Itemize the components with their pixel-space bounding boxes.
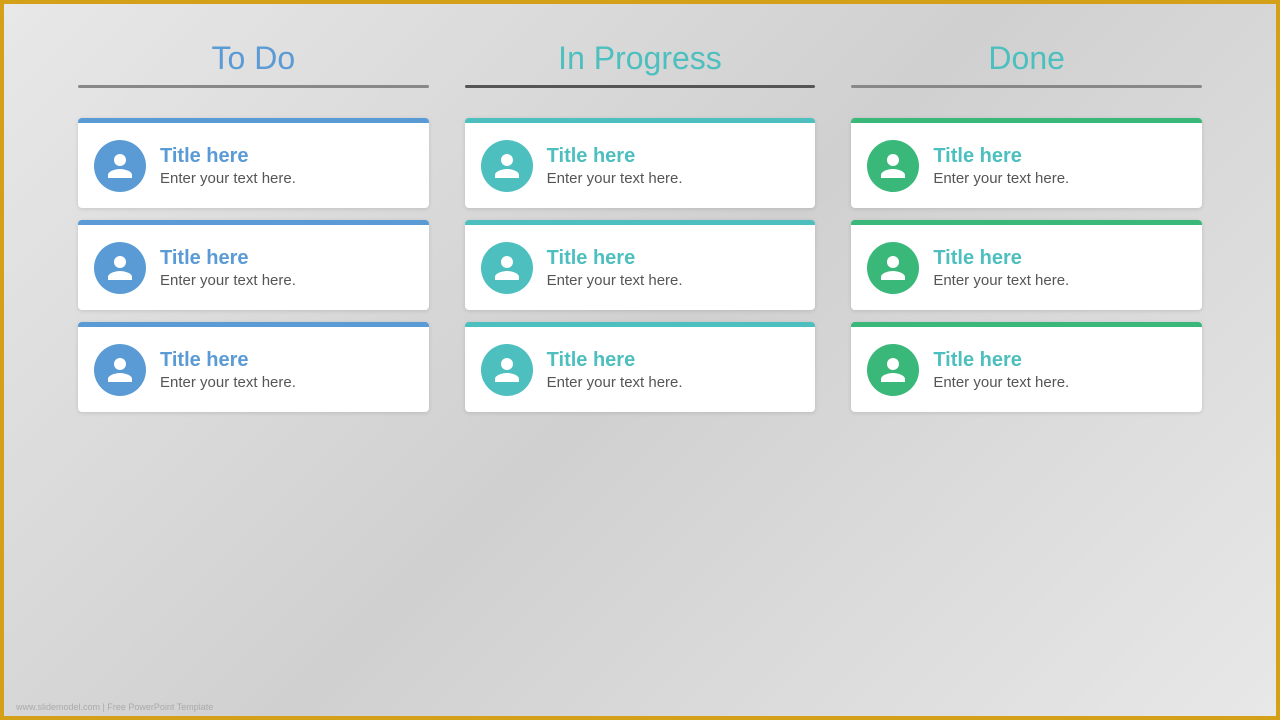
card-todo-1-content: Title here Enter your text here.: [160, 145, 296, 187]
person-icon: [105, 355, 135, 385]
avatar-inprogress-2: [481, 242, 533, 294]
person-icon: [492, 253, 522, 283]
card-todo-2: Title here Enter your text here.: [78, 220, 429, 310]
card-done-3: Title here Enter your text here.: [851, 322, 1202, 412]
person-icon: [878, 355, 908, 385]
card-done-3-content: Title here Enter your text here.: [933, 349, 1069, 391]
column-todo-header: To Do: [78, 40, 429, 88]
avatar-done-1: [867, 140, 919, 192]
card-done-1: Title here Enter your text here.: [851, 118, 1202, 208]
card-todo-2-content: Title here Enter your text here.: [160, 247, 296, 289]
column-todo-title: To Do: [78, 40, 429, 77]
avatar-todo-3: [94, 344, 146, 396]
card-inprogress-1-title: Title here: [547, 145, 683, 168]
card-done-2-text: Enter your text here.: [933, 272, 1069, 289]
person-icon: [105, 151, 135, 181]
avatar-done-2: [867, 242, 919, 294]
column-inprogress-divider: [465, 85, 816, 88]
card-inprogress-1-text: Enter your text here.: [547, 170, 683, 187]
column-done-header: Done: [851, 40, 1202, 88]
card-done-2: Title here Enter your text here.: [851, 220, 1202, 310]
column-inprogress-title: In Progress: [465, 40, 816, 77]
card-done-3-text: Enter your text here.: [933, 374, 1069, 391]
avatar-todo-1: [94, 140, 146, 192]
watermark: www.slidemodel.com | Free PowerPoint Tem…: [16, 702, 213, 712]
person-icon: [492, 151, 522, 181]
card-todo-1: Title here Enter your text here.: [78, 118, 429, 208]
card-inprogress-3-title: Title here: [547, 349, 683, 372]
column-inprogress: In Progress Title here Enter your text h…: [447, 40, 834, 680]
card-todo-3-title: Title here: [160, 349, 296, 372]
column-done-title: Done: [851, 40, 1202, 77]
column-done-cards: Title here Enter your text here. Title h…: [851, 118, 1202, 412]
card-todo-1-text: Enter your text here.: [160, 170, 296, 187]
card-inprogress-2-text: Enter your text here.: [547, 272, 683, 289]
card-inprogress-2-title: Title here: [547, 247, 683, 270]
card-inprogress-2-content: Title here Enter your text here.: [547, 247, 683, 289]
person-icon: [878, 151, 908, 181]
person-icon: [878, 253, 908, 283]
card-todo-2-text: Enter your text here.: [160, 272, 296, 289]
card-done-3-title: Title here: [933, 349, 1069, 372]
person-icon: [492, 355, 522, 385]
card-todo-3-text: Enter your text here.: [160, 374, 296, 391]
card-todo-3: Title here Enter your text here.: [78, 322, 429, 412]
person-icon: [105, 253, 135, 283]
card-todo-2-title: Title here: [160, 247, 296, 270]
card-inprogress-1: Title here Enter your text here.: [465, 118, 816, 208]
card-inprogress-3-content: Title here Enter your text here.: [547, 349, 683, 391]
card-todo-1-title: Title here: [160, 145, 296, 168]
column-done: Done Title here Enter your text here. Ti…: [833, 40, 1220, 680]
column-inprogress-cards: Title here Enter your text here. Title h…: [465, 118, 816, 412]
avatar-done-3: [867, 344, 919, 396]
column-inprogress-header: In Progress: [465, 40, 816, 88]
card-done-1-text: Enter your text here.: [933, 170, 1069, 187]
column-todo-cards: Title here Enter your text here. Title h…: [78, 118, 429, 412]
card-done-2-title: Title here: [933, 247, 1069, 270]
avatar-todo-2: [94, 242, 146, 294]
avatar-inprogress-1: [481, 140, 533, 192]
column-done-divider: [851, 85, 1202, 88]
kanban-board: To Do Title here Enter your text here. T…: [0, 0, 1280, 720]
column-todo: To Do Title here Enter your text here. T…: [60, 40, 447, 680]
avatar-inprogress-3: [481, 344, 533, 396]
card-done-1-title: Title here: [933, 145, 1069, 168]
card-inprogress-2: Title here Enter your text here.: [465, 220, 816, 310]
card-done-2-content: Title here Enter your text here.: [933, 247, 1069, 289]
card-inprogress-1-content: Title here Enter your text here.: [547, 145, 683, 187]
card-todo-3-content: Title here Enter your text here.: [160, 349, 296, 391]
card-inprogress-3-text: Enter your text here.: [547, 374, 683, 391]
card-done-1-content: Title here Enter your text here.: [933, 145, 1069, 187]
card-inprogress-3: Title here Enter your text here.: [465, 322, 816, 412]
column-todo-divider: [78, 85, 429, 88]
